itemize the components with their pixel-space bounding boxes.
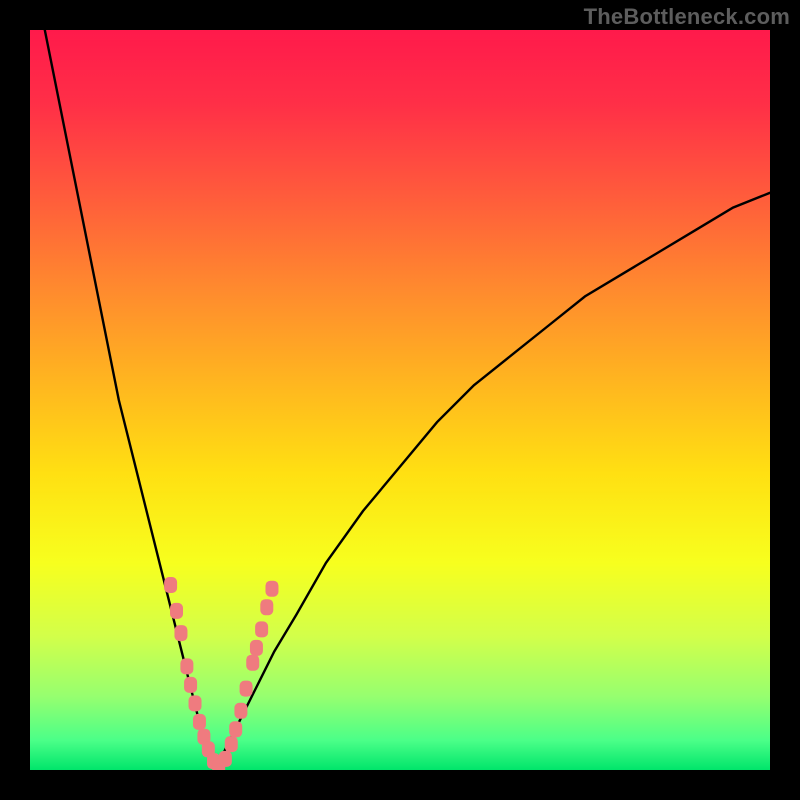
chart-frame: TheBottleneck.com — [0, 0, 800, 800]
chart-background — [30, 30, 770, 770]
marker-point — [170, 603, 183, 619]
marker-point — [255, 621, 268, 637]
marker-point — [189, 695, 202, 711]
marker-point — [180, 658, 193, 674]
marker-point — [240, 681, 253, 697]
marker-point — [265, 581, 278, 597]
marker-point — [246, 655, 259, 671]
marker-point — [225, 736, 238, 752]
marker-point — [184, 677, 197, 693]
marker-point — [250, 640, 263, 656]
marker-point — [193, 714, 206, 730]
marker-point — [174, 625, 187, 641]
watermark-text: TheBottleneck.com — [584, 4, 790, 30]
marker-point — [164, 577, 177, 593]
chart-plot — [30, 30, 770, 770]
marker-point — [260, 599, 273, 615]
marker-point — [219, 751, 232, 767]
marker-point — [229, 721, 242, 737]
marker-point — [234, 703, 247, 719]
